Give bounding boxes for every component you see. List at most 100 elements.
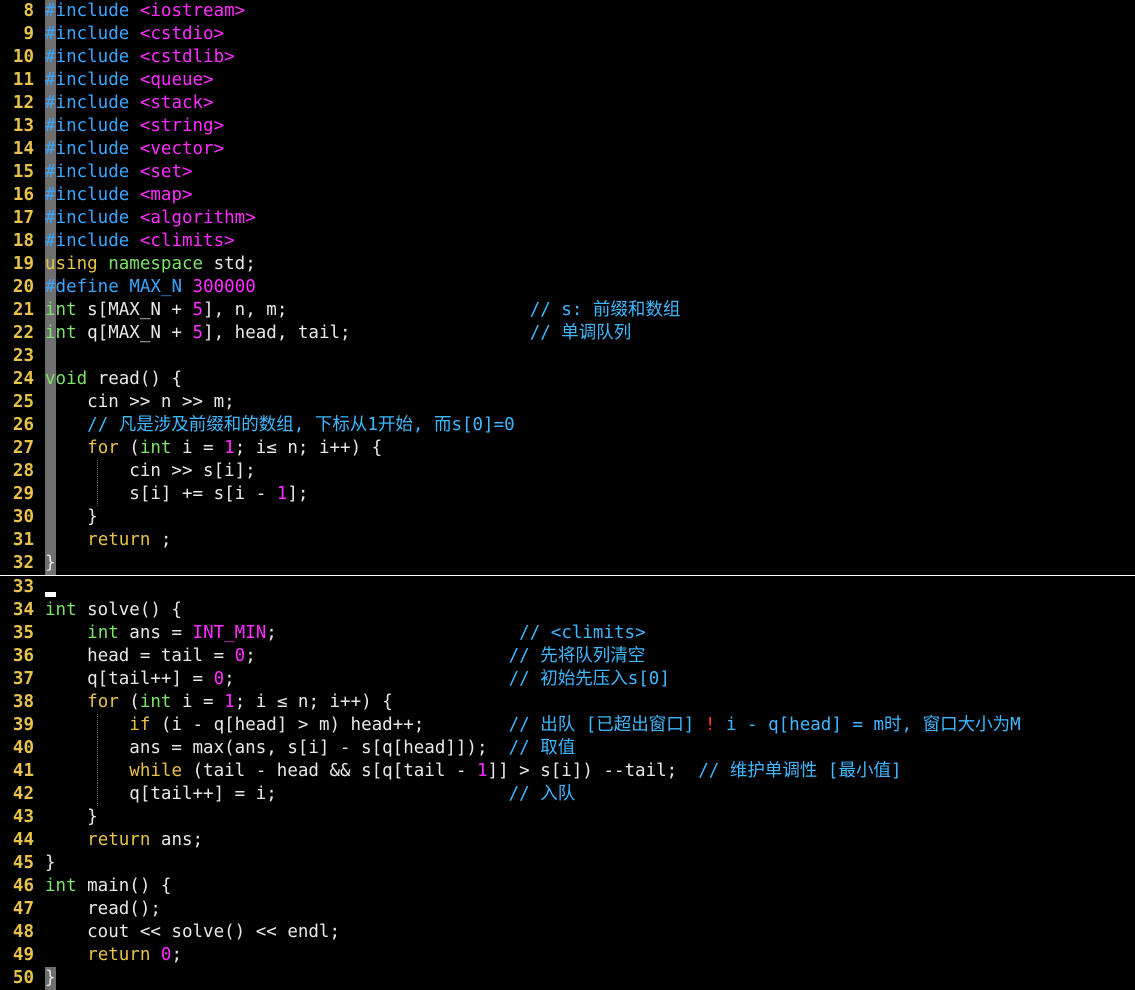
code-text: int s[MAX_N + 5], n, m; // s: 前缀和数组 [45,299,1135,322]
code-text: #include <stack> [45,92,1135,115]
code-token: ], head, tail; [203,323,530,343]
code-line[interactable]: 46 int main() { [0,875,1135,898]
code-token: 0 [160,945,172,965]
code-line[interactable]: 12 #include <stack> [0,92,1135,115]
code-token: int [45,300,77,320]
code-line[interactable]: 44 return ans; [0,829,1135,852]
code-line[interactable]: 8 #include <iostream> [0,0,1135,23]
code-line[interactable]: 22 int q[MAX_N + 5], head, tail; // 单调队列 [0,322,1135,345]
code-token: <vector> [139,139,225,159]
code-line[interactable]: 17 #include <algorithm> [0,207,1135,230]
code-text: for (int i = 1; i ≤ n; i++) { [45,691,1135,714]
code-line[interactable]: 39 if (i - q[head] > m) head++; // 出队 [已… [0,714,1135,737]
line-number: 45 [12,853,34,873]
code-text: head = tail = 0; // 先将队列清空 [45,645,1135,668]
code-editor[interactable]: 8 #include <iostream> 9 #include <cstdio> 10… [0,0,1135,990]
code-token: // 凡是涉及前缀和的数组, 下标从1开始, 而s[0]=0 [87,415,515,435]
code-line[interactable]: 13 #include <string> [0,115,1135,138]
code-line[interactable]: 20 #define MAX_N 300000 [0,276,1135,299]
code-text: int ans = INT_MIN; // <climits> [45,622,1135,645]
code-line[interactable]: 25 cin >> n >> m; [0,391,1135,414]
code-line[interactable]: 33 [0,575,1135,599]
line-number: 49 [12,945,34,965]
code-line[interactable]: 18 #include <climits> [0,230,1135,253]
code-line[interactable]: 35 int ans = INT_MIN; // <climits> [0,622,1135,645]
code-text: ans = max(ans, s[i] - s[q[head]]); // 取值 [45,737,1135,760]
code-text: } [45,852,1135,875]
code-token: <string> [139,116,225,136]
code-line[interactable]: 24 void read() { [0,368,1135,391]
line-number: 38 [12,692,34,712]
code-line[interactable]: 43 } [0,806,1135,829]
line-number: 35 [12,623,34,643]
code-token: #include [45,162,130,182]
code-token: } [45,807,98,827]
code-line[interactable]: 47 read(); [0,898,1135,921]
code-line[interactable]: 11 #include <queue> [0,69,1135,92]
code-line[interactable]: 26 // 凡是涉及前缀和的数组, 下标从1开始, 而s[0]=0 [0,414,1135,437]
code-token: for [87,438,119,458]
line-number: 37 [12,669,34,689]
code-line[interactable]: 21 int s[MAX_N + 5], n, m; // s: 前缀和数组 [0,299,1135,322]
code-line[interactable]: 49 return 0; [0,944,1135,967]
code-line[interactable]: 42 q[tail++] = i; // 入队 [0,783,1135,806]
code-token: #include [45,93,130,113]
code-token: #include [45,231,130,251]
code-token: read(); [45,899,161,919]
code-token: <algorithm> [139,208,256,228]
code-line[interactable]: 48 cout << solve() << endl; [0,921,1135,944]
code-line[interactable]: 27 for (int i = 1; i≤ n; i++) { [0,437,1135,460]
code-line[interactable]: 29 s[i] += s[i - 1]; [0,483,1135,506]
code-line[interactable]: 50} [0,967,1135,990]
code-line[interactable]: 30 } [0,506,1135,529]
code-line[interactable]: 31 return ; [0,529,1135,552]
code-token: } [45,553,56,573]
code-line[interactable]: 36 head = tail = 0; // 先将队列清空 [0,645,1135,668]
code-line[interactable]: 40 ans = max(ans, s[i] - s[q[head]]); //… [0,737,1135,760]
code-line[interactable]: 32} [0,552,1135,575]
code-line[interactable]: 41 while (tail - head && s[q[tail - 1]] … [0,760,1135,783]
code-token: ( [118,692,140,712]
code-token: <climits> [139,231,235,251]
code-line[interactable]: 34 int solve() { [0,599,1135,622]
line-number: 20 [12,277,34,297]
code-line[interactable]: 9 #include <cstdio> [0,23,1135,46]
code-text: cin >> s[i]; [45,460,1135,483]
code-token: 5 [192,323,204,343]
code-token: // 取值 [508,738,576,758]
code-token: ], n, m; [203,300,530,320]
code-text: return ; [45,529,1135,552]
code-line[interactable]: 28 cin >> s[i]; [0,460,1135,483]
code-line[interactable]: 16 #include <map> [0,184,1135,207]
code-line[interactable]: 10 #include <cstdlib> [0,46,1135,69]
line-number: 8 [23,1,34,21]
code-line[interactable]: 45} [0,852,1135,875]
code-line[interactable]: 37 q[tail++] = 0; // 初始先压入s[0] [0,668,1135,691]
line-number: 47 [12,899,34,919]
code-token: cin >> n >> m; [45,392,235,412]
code-line[interactable]: 38 for (int i = 1; i ≤ n; i++) { [0,691,1135,714]
code-line[interactable]: 19 using namespace std; [0,253,1135,276]
line-number: 48 [12,922,34,942]
line-number: 22 [12,323,34,343]
code-token: // 出队 [已超出窗口] [508,715,705,735]
code-line[interactable]: 15 #include <set> [0,161,1135,184]
line-number: 17 [12,208,34,228]
code-line[interactable]: 14 #include <vector> [0,138,1135,161]
code-token: i = [171,438,225,458]
code-token: #include [45,208,130,228]
code-line[interactable]: 23 [0,345,1135,368]
code-text: using namespace std; [45,253,1135,276]
code-token: #include [45,116,130,136]
code-token: // 先将队列清空 [508,646,646,666]
code-text: s[i] += s[i - 1]; [45,483,1135,506]
code-token: void [45,369,88,389]
